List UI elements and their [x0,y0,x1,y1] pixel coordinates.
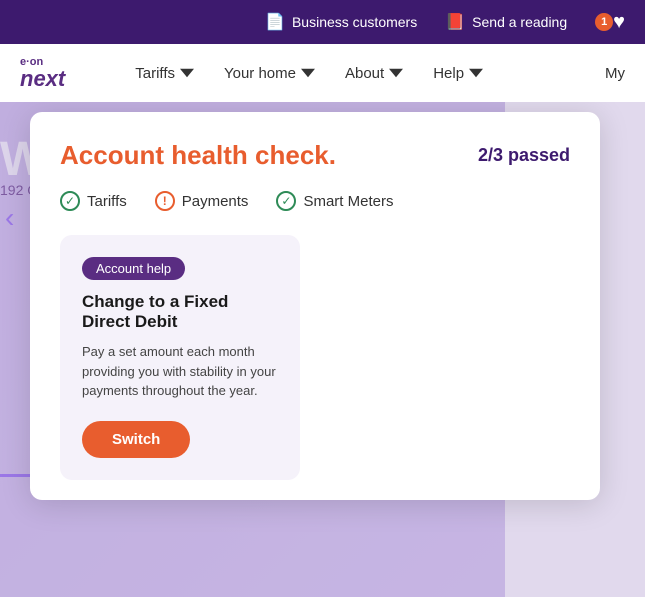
logo[interactable]: e·on next [20,57,65,90]
meter-icon: 📕 [445,12,465,32]
account-help-card: Account help Change to a Fixed Direct De… [60,235,300,480]
nav-my-label: My [605,65,625,82]
modal-score: 2/3 passed [478,145,570,166]
send-reading-link[interactable]: 📕 Send a reading [445,12,567,32]
card-description: Pay a set amount each month providing yo… [82,342,278,401]
main-content: W 192 G Ac ‹ t paym payme ment is s afte… [0,102,645,597]
check-payments-label: Payments [182,193,249,210]
nav-your-home-label: Your home [224,65,296,82]
check-payments: ! Payments [155,191,249,211]
nav-help[interactable]: Help [433,65,483,82]
account-health-modal: Account health check. 2/3 passed ✓ Tarif… [30,112,600,500]
nav-tariffs-label: Tariffs [135,65,175,82]
notifications[interactable]: 1 ♥ [595,11,625,34]
send-reading-label: Send a reading [472,14,567,30]
chevron-down-icon [469,66,483,80]
card-badge: Account help [82,257,185,280]
modal-overlay: Account health check. 2/3 passed ✓ Tarif… [0,102,645,597]
logo-next: next [20,68,65,90]
notification-badge: 1 [595,13,613,31]
business-customers-label: Business customers [292,14,417,30]
nav-your-home[interactable]: Your home [224,65,315,82]
heart-icon: ♥ [613,11,625,34]
nav-my[interactable]: My [605,65,625,82]
chevron-down-icon [301,66,315,80]
modal-header: Account health check. 2/3 passed [60,140,570,171]
business-customers-link[interactable]: 📄 Business customers [265,12,417,32]
nav-help-label: Help [433,65,464,82]
nav-about-label: About [345,65,384,82]
card-title: Change to a Fixed Direct Debit [82,292,278,332]
switch-button[interactable]: Switch [82,421,190,458]
chevron-down-icon [389,66,403,80]
modal-checks: ✓ Tariffs ! Payments ✓ Smart Meters [60,191,570,211]
check-tariffs-label: Tariffs [87,193,127,210]
check-smart-meters-label: Smart Meters [303,193,393,210]
check-warn-icon: ! [155,191,175,211]
check-ok-icon: ✓ [60,191,80,211]
nav-bar: e·on next Tariffs Your home About Help M… [0,44,645,102]
nav-about[interactable]: About [345,65,403,82]
check-tariffs: ✓ Tariffs [60,191,127,211]
modal-title: Account health check. [60,140,336,171]
check-smart-meters: ✓ Smart Meters [276,191,393,211]
chevron-down-icon [180,66,194,80]
nav-tariffs[interactable]: Tariffs [135,65,194,82]
top-bar: 📄 Business customers 📕 Send a reading 1 … [0,0,645,44]
check-ok-icon-2: ✓ [276,191,296,211]
briefcase-icon: 📄 [265,12,285,32]
